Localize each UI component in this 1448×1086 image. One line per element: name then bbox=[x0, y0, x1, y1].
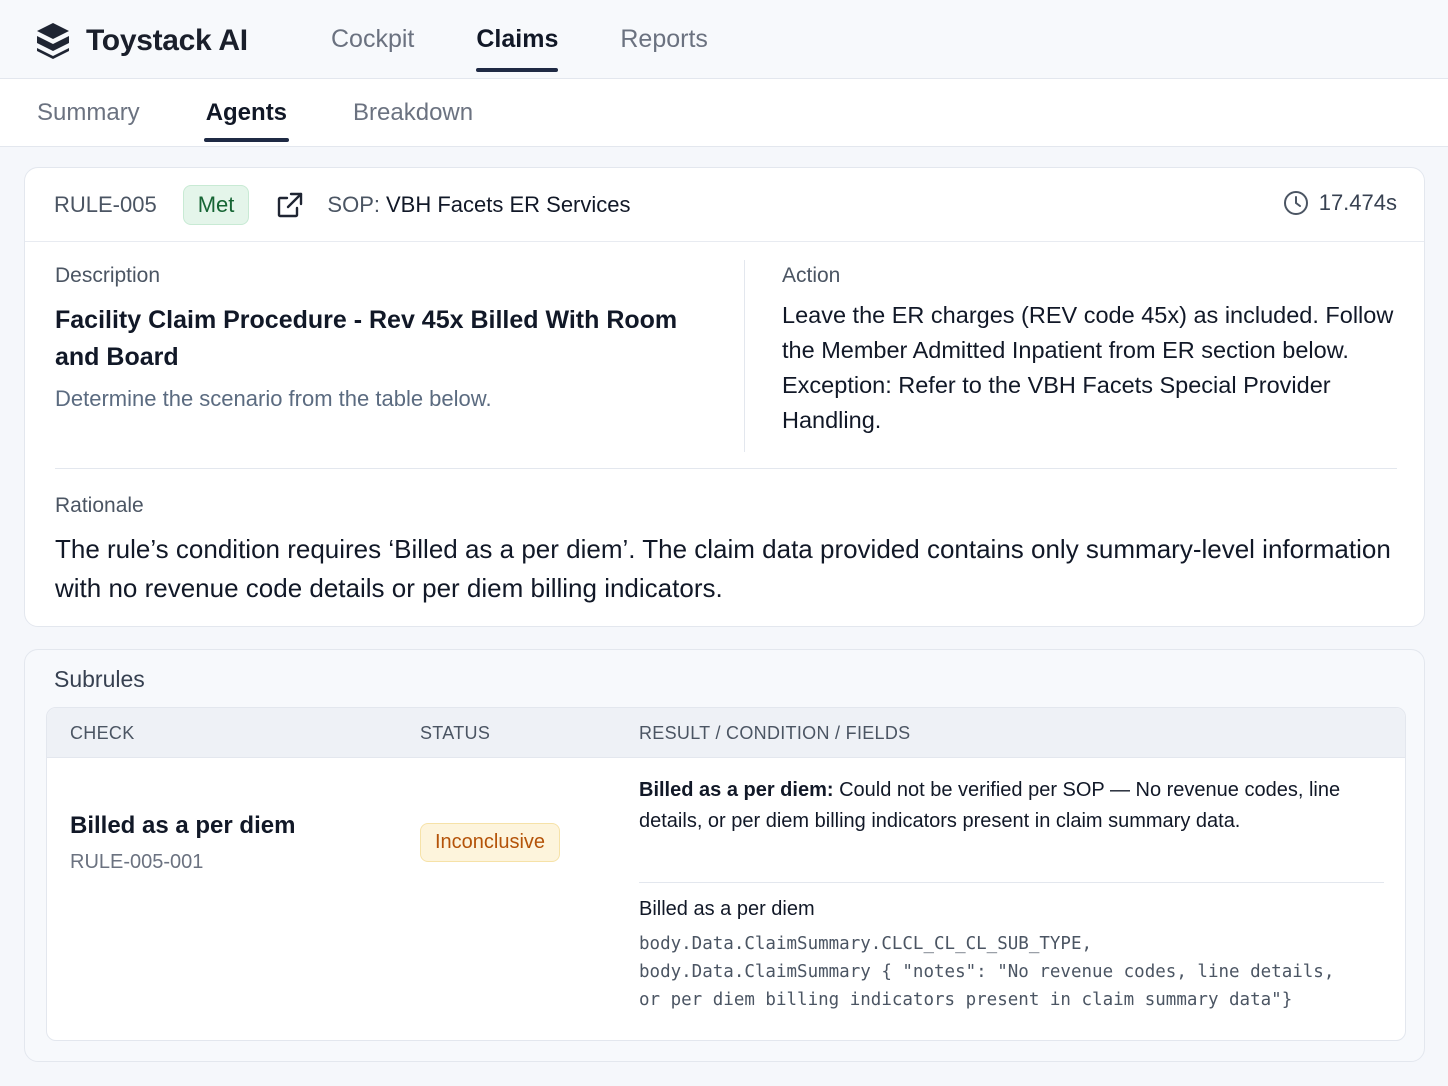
result-text: Billed as a per diem: Could not be verif… bbox=[639, 775, 1379, 837]
rule-id: RULE-005 bbox=[54, 191, 157, 217]
check-name: Billed as a per diem bbox=[70, 812, 296, 839]
fields-code: body.Data.ClaimSummary.CLCL_CL_CL_SUB_TY… bbox=[639, 930, 1369, 1014]
main-nav: Cockpit Claims Reports bbox=[331, 0, 770, 79]
rule-card: RULE-005 Met SOP: VBH Facets ER Services … bbox=[24, 167, 1425, 627]
fields-code-line: body.Data.ClaimSummary.CLCL_CL_CL_SUB_TY… bbox=[639, 934, 1093, 954]
status-badge: Inconclusive bbox=[420, 823, 561, 862]
fields-label: Billed as a per diem bbox=[639, 898, 815, 920]
status-badge: Met bbox=[182, 184, 250, 225]
brand[interactable]: Toystack AI bbox=[34, 20, 248, 62]
nav-cockpit[interactable]: Cockpit bbox=[331, 0, 414, 79]
result-condition: Billed as a per diem: bbox=[639, 779, 834, 801]
top-navbar: Toystack AI Cockpit Claims Reports bbox=[0, 0, 1448, 79]
subrules-table: CHECK STATUS RESULT / CONDITION / FIELDS… bbox=[46, 707, 1406, 1041]
nav-reports[interactable]: Reports bbox=[620, 0, 708, 79]
action-text: Leave the ER charges (REV code 45x) as i… bbox=[782, 302, 1394, 433]
description-title: Facility Claim Procedure - Rev 45x Bille… bbox=[55, 306, 678, 371]
action-section: Action Leave the ER charges (REV code 45… bbox=[782, 264, 1402, 438]
tab-breakdown[interactable]: Breakdown bbox=[353, 79, 473, 147]
table-header: CHECK STATUS RESULT / CONDITION / FIELDS bbox=[47, 708, 1405, 758]
fields-code-line: body.Data.ClaimSummary { "notes": "No re… bbox=[639, 962, 1335, 982]
subrules-card: Subrules CHECK STATUS RESULT / CONDITION… bbox=[24, 649, 1425, 1062]
description-subtext: Determine the scenario from the table be… bbox=[55, 386, 492, 411]
sop-reference: SOP: VBH Facets ER Services bbox=[327, 192, 630, 218]
section-divider bbox=[55, 468, 1397, 469]
sop-value: VBH Facets ER Services bbox=[385, 191, 631, 217]
check-id: RULE-005-001 bbox=[70, 851, 204, 873]
brand-name: Toystack AI bbox=[86, 24, 248, 57]
fields-code-line: or per diem billing indicators present i… bbox=[639, 990, 1293, 1010]
rationale-text: The rule’s condition requires ‘Billed as… bbox=[55, 534, 1391, 603]
column-header-result: RESULT / CONDITION / FIELDS bbox=[639, 723, 911, 743]
sop-label: SOP: bbox=[327, 191, 380, 217]
column-header-status: STATUS bbox=[420, 723, 491, 743]
sub-navbar: Summary Agents Breakdown bbox=[0, 79, 1448, 147]
duration-value: 17.474s bbox=[1318, 190, 1397, 215]
duration: 17.474s bbox=[1283, 190, 1397, 216]
nav-claims[interactable]: Claims bbox=[476, 0, 558, 79]
column-header-check: CHECK bbox=[70, 723, 135, 743]
tab-agents[interactable]: Agents bbox=[203, 79, 290, 147]
description-section: Description Facility Claim Procedure - R… bbox=[55, 264, 715, 412]
tab-summary[interactable]: Summary bbox=[37, 79, 140, 147]
rationale-section: Rationale The rule’s condition requires … bbox=[55, 494, 1395, 608]
rule-header: RULE-005 Met SOP: VBH Facets ER Services … bbox=[25, 168, 1424, 242]
logo-icon bbox=[37, 23, 69, 59]
column-divider bbox=[744, 260, 745, 452]
clock-icon bbox=[1283, 191, 1308, 215]
subrules-title: Subrules bbox=[54, 666, 145, 692]
description-label: Description bbox=[55, 264, 161, 287]
action-label: Action bbox=[782, 264, 841, 287]
result-divider bbox=[639, 882, 1384, 883]
rationale-label: Rationale bbox=[55, 494, 144, 517]
external-link-icon[interactable] bbox=[275, 190, 305, 220]
sub-nav: Summary Agents Breakdown bbox=[37, 79, 539, 147]
